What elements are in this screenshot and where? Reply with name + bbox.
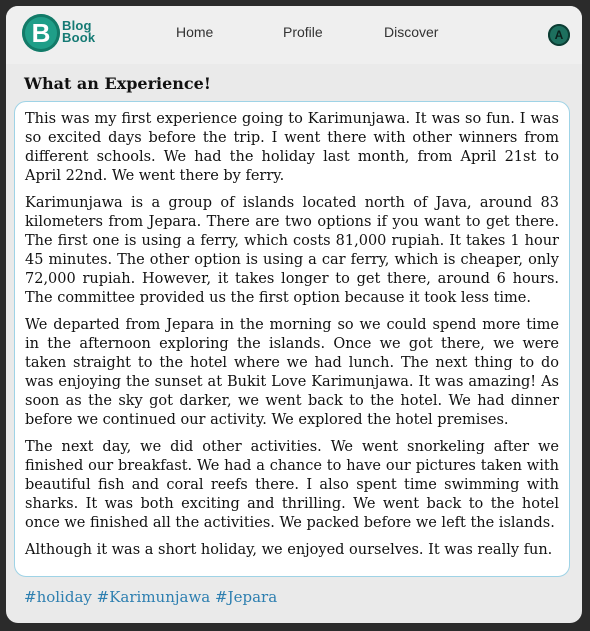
post-title: What an Experience! [24,74,211,93]
logo-line-2: Book [62,30,96,45]
logo-wordmark: Blog Book [62,19,96,45]
post-paragraph-3: We departed from Jepara in the morning s… [25,317,559,428]
nav-profile-link[interactable]: Profile [283,24,323,40]
post-hashtags[interactable]: #holiday #Karimunjawa #Jepara [24,588,277,606]
app-window: B Blog Book Home Profile Discover A What… [6,6,582,623]
post-paragraph-4: The next day, we did other activities. W… [25,439,559,531]
post-paragraph-1: This was my first experience going to Ka… [25,111,559,184]
post-paragraph-5: Although it was a short holiday, we enjo… [25,542,553,558]
nav-home-link[interactable]: Home [176,24,213,40]
blogbook-logo[interactable]: B Blog Book [22,14,112,54]
user-avatar[interactable]: A [548,24,570,46]
logo-mark: B [31,18,51,48]
post-body-card: This was my first experience going to Ka… [14,101,570,577]
top-navigation-bar: B Blog Book Home Profile Discover A [6,6,582,64]
post-paragraphs: This was my first experience going to Ka… [25,110,559,568]
post-paragraph-2: Karimunjawa is a group of islands locate… [25,195,559,306]
nav-discover-link[interactable]: Discover [384,24,438,40]
